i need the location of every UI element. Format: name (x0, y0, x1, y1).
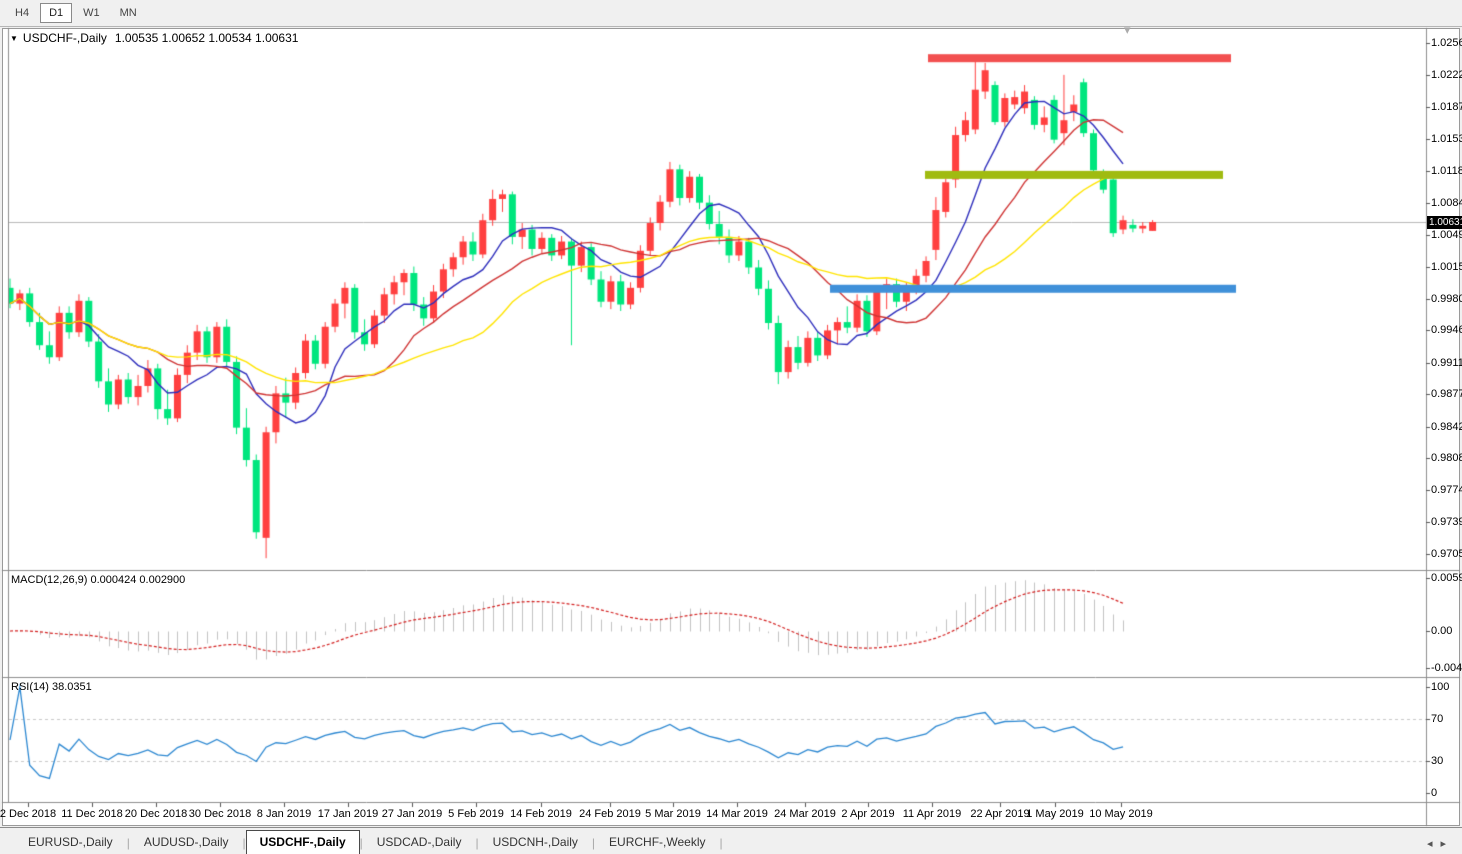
date-axis-label: 2 Apr 2019 (841, 808, 895, 820)
tab-scroll-left-icon[interactable]: ◂ (1427, 838, 1441, 850)
price-axis-label: 1.00490 (1431, 229, 1462, 242)
price-axis-label: 1.02560 (1431, 37, 1462, 50)
price-axis-label: 1.00150 (1431, 260, 1462, 273)
macd-axis-label: 0.00597 (1431, 572, 1462, 585)
chart-title: ▼ USDCHF-,Daily 1.00535 1.00652 1.00534 1.… (10, 31, 298, 45)
tab-scroll-right-icon[interactable]: ▸ (1440, 838, 1454, 850)
tab-eurusd-daily[interactable]: EURUSD-,Daily (14, 830, 127, 854)
date-axis-label: 14 Feb 2019 (510, 808, 572, 820)
rsi-axis-label: 0 (1431, 787, 1438, 799)
current-price-badge: 1.00631 (1427, 215, 1462, 229)
macd-axis-label: -0.00424 (1431, 662, 1462, 675)
date-axis-label: 1 May 2019 (1026, 808, 1084, 820)
price-axis-label: 0.98770 (1431, 388, 1462, 401)
tab-usdcnh-daily[interactable]: USDCNH-,Daily (479, 830, 592, 854)
price-axis-label: 1.01530 (1431, 132, 1462, 145)
tab-usdchf-daily[interactable]: USDCHF-,Daily (245, 830, 360, 854)
date-axis-label: 11 Dec 2018 (61, 808, 123, 820)
rsi-axis-label: 100 (1431, 681, 1450, 693)
date-axis-label: 2 Dec 2018 (0, 808, 57, 820)
mt4-window: H4D1W1MN ▼USDCHF-,Daily1.00535 1.00652 1… (0, 0, 1462, 854)
date-axis-label: 17 Jan 2019 (317, 808, 379, 820)
rsi-axis-label: 30 (1431, 755, 1444, 768)
macd-indicator-label: MACD(12,26,9) 0.000424 0.002900 (11, 574, 186, 586)
chart-ohlc-values: 1.00535 1.00652 1.00534 1.00631 (114, 31, 299, 45)
chart-shift-marker-icon[interactable]: ▾ (1124, 22, 1131, 38)
macd-axis-label: 0.00 (1431, 625, 1453, 637)
price-axis-label: 0.97740 (1431, 483, 1462, 496)
rsi-indicator-label: RSI(14) 38.0351 (11, 681, 92, 693)
rsi-axis-label: 70 (1431, 712, 1444, 725)
chart-canvas[interactable] (0, 0, 1462, 854)
date-axis-label: 8 Jan 2019 (256, 808, 312, 820)
tab-eurchf-weekly[interactable]: EURCHF-,Weekly (595, 830, 719, 854)
price-axis-label: 0.99800 (1431, 292, 1462, 305)
date-axis-label: 5 Mar 2019 (645, 808, 701, 820)
price-axis-label: 1.01180 (1431, 165, 1462, 178)
price-axis-label: 0.97390 (1431, 516, 1462, 529)
date-axis-label: 20 Dec 2018 (124, 808, 188, 820)
price-axis-label: 0.98080 (1431, 452, 1462, 465)
chart-symbol-label: USDCHF-,Daily (22, 31, 107, 45)
symbol-dropdown-icon[interactable]: ▼ (10, 34, 18, 43)
price-axis-label: 0.97050 (1431, 547, 1462, 560)
price-axis-label: 1.02220 (1431, 68, 1462, 81)
date-axis-label: 10 May 2019 (1089, 808, 1153, 820)
tab-scroll-buttons: ◂▸ (1427, 837, 1454, 850)
date-axis-label: 24 Feb 2019 (579, 808, 641, 820)
date-axis-label: 5 Feb 2019 (448, 808, 504, 820)
date-axis-label: 27 Jan 2019 (381, 808, 443, 820)
chart-tab-bar: EURUSD-,Daily | AUDUSD-,Daily | USDCHF-,Dail… (0, 827, 1462, 854)
date-axis-label: 24 Mar 2019 (774, 808, 836, 820)
price-axis-label: 0.99460 (1431, 324, 1462, 337)
price-axis-label: 0.98420 (1431, 420, 1462, 433)
price-axis-label: 1.01870 (1431, 101, 1462, 114)
tab-usdcad-daily[interactable]: USDCAD-,Daily (363, 830, 476, 854)
date-axis-label: 30 Dec 2018 (188, 808, 252, 820)
date-axis-label: 11 Apr 2019 (902, 808, 962, 820)
date-axis-label: 22 Apr 2019 (970, 808, 1030, 820)
date-axis-label: 14 Mar 2019 (706, 808, 768, 820)
price-axis-label: 1.00840 (1431, 196, 1462, 209)
tab-separator: | (719, 836, 723, 850)
tab-audusd-daily[interactable]: AUDUSD-,Daily (130, 830, 243, 854)
price-axis-label: 0.99110 (1431, 356, 1462, 369)
